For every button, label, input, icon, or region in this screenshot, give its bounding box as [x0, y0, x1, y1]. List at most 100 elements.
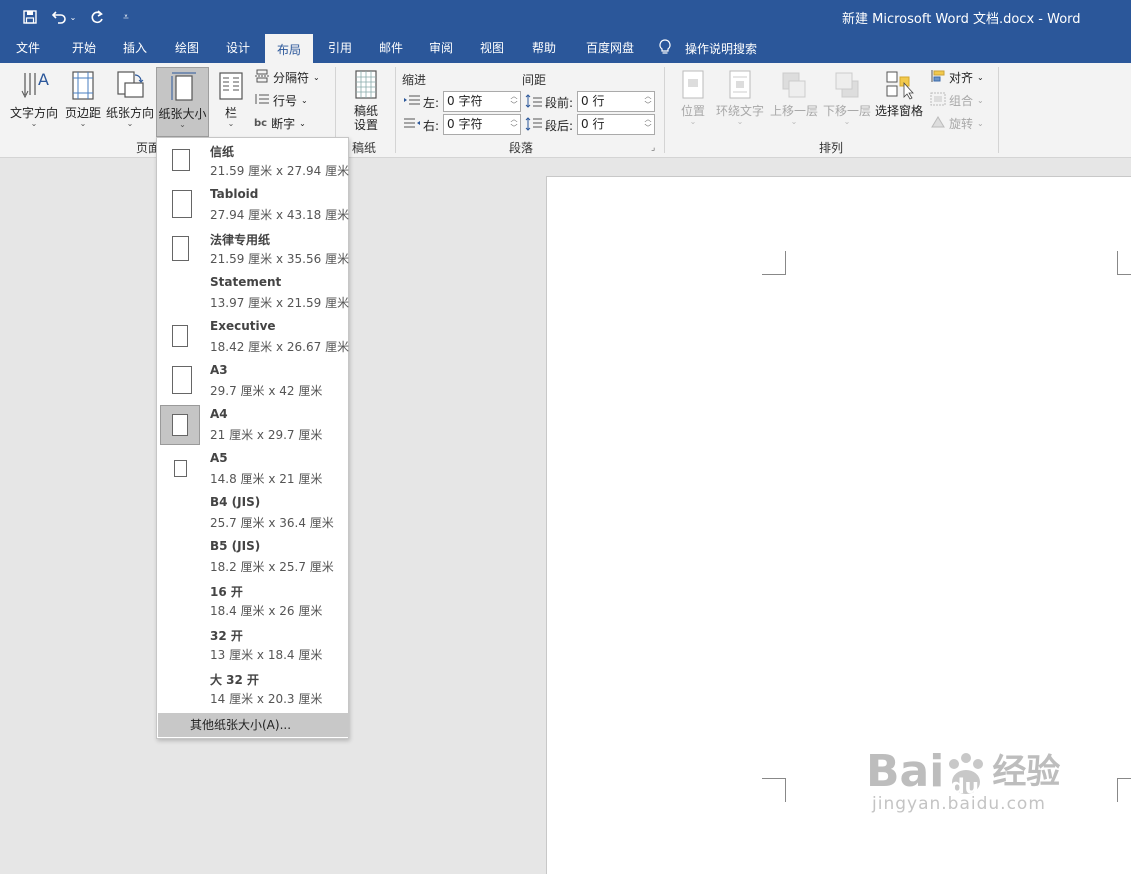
window-title: 新建 Microsoft Word 文档.docx - Word — [842, 12, 1081, 27]
paw-icon: du — [944, 750, 988, 798]
indent-right-input[interactable]: 0 字符 ︿ ﹀ — [443, 114, 521, 135]
paper-size-dropdown: 信纸 21.59 厘米 x 27.94 厘米 Tabloid 27.94 厘米 … — [156, 137, 349, 739]
page-icon — [172, 325, 188, 347]
tab-references[interactable]: 引用 — [318, 34, 362, 63]
hyphenation-icon: bc — [254, 118, 268, 129]
paper-size-option-letter[interactable]: 信纸 21.59 厘米 x 27.94 厘米 — [157, 138, 349, 182]
spacing-header: 间距 — [522, 73, 547, 87]
size-button[interactable]: 纸张大小 ⌄ — [156, 67, 209, 137]
orientation-icon — [113, 69, 147, 106]
manuscript-group-label: 稿纸 — [352, 141, 377, 155]
paper-size-option-executive[interactable]: Executive 18.42 厘米 x 26.67 厘米 — [157, 314, 349, 358]
svg-text:A: A — [38, 70, 49, 89]
spacing-before-spinner[interactable]: ︿ ﹀ — [642, 92, 654, 111]
indent-right-icon — [403, 118, 421, 133]
paper-size-option-legal[interactable]: 法律专用纸 21.59 厘米 x 35.56 厘米 — [157, 226, 349, 270]
send-backward-button[interactable]: 下移一层 ⌄ — [821, 69, 873, 126]
indent-left-label: 左: — [403, 94, 439, 111]
tab-help[interactable]: 帮助 — [522, 34, 566, 63]
spacing-after-label: 段后: — [525, 117, 573, 134]
line-numbers-button[interactable]: 行号 ⌄ — [254, 92, 308, 109]
hyphenation-button[interactable]: bc 断字 ⌄ — [254, 115, 306, 132]
selection-pane-button[interactable]: 选择窗格 — [874, 69, 924, 118]
manuscript-icon — [353, 69, 379, 104]
ribbon-tabs: 文件 开始 插入 绘图 设计 布局 引用 邮件 审阅 视图 帮助 百度网盘 操作… — [0, 34, 1131, 63]
align-icon — [930, 69, 946, 86]
save-icon[interactable] — [20, 7, 40, 27]
indent-left-input[interactable]: 0 字符 ︿ ﹀ — [443, 91, 521, 112]
spacing-after-input[interactable]: 0 行 ︿ ﹀ — [577, 114, 655, 135]
margins-button[interactable]: 页边距 ⌄ — [62, 69, 104, 128]
columns-button[interactable]: 栏 ⌄ — [213, 69, 249, 128]
tell-me-search[interactable]: 操作说明搜索 — [658, 34, 757, 63]
tab-home[interactable]: 开始 — [62, 34, 106, 63]
arrange-group-label: 排列 — [819, 141, 844, 155]
orientation-button[interactable]: 纸张方向 ⌄ — [105, 69, 155, 128]
rotate-button[interactable]: 旋转 ⌄ — [930, 115, 984, 132]
spacing-before-input[interactable]: 0 行 ︿ ﹀ — [577, 91, 655, 112]
tab-view[interactable]: 视图 — [470, 34, 514, 63]
paper-size-option-a4[interactable]: A4 21 厘米 x 29.7 厘米 — [157, 402, 348, 446]
text-direction-button[interactable]: A 文字方向 ⌄ — [8, 69, 60, 128]
page-icon — [174, 460, 187, 477]
lightbulb-icon — [658, 39, 672, 58]
tab-baidu-netdisk[interactable]: 百度网盘 — [577, 34, 643, 63]
crop-mark-bottom-right — [1117, 778, 1131, 802]
undo-icon[interactable]: ⌄ — [48, 7, 80, 27]
tab-draw[interactable]: 绘图 — [165, 34, 209, 63]
bring-forward-icon — [779, 69, 809, 104]
crop-mark-top-left — [762, 251, 786, 275]
indent-left-icon — [403, 95, 421, 110]
line-numbers-icon — [254, 92, 270, 109]
breaks-icon — [254, 69, 270, 86]
customize-qat-icon[interactable]: ⩡ — [118, 7, 134, 27]
paragraph-dialog-launcher-icon[interactable]: ⌟ — [651, 143, 655, 153]
tab-review[interactable]: 审阅 — [419, 34, 463, 63]
paper-size-option-a3[interactable]: A3 29.7 厘米 x 42 厘米 — [157, 358, 348, 402]
tab-insert[interactable]: 插入 — [113, 34, 157, 63]
text-direction-icon: A — [17, 69, 51, 106]
group-icon — [930, 92, 946, 109]
tab-layout[interactable]: 布局 — [265, 34, 313, 63]
spacing-after-icon — [525, 117, 543, 134]
tell-me-label: 操作说明搜索 — [685, 42, 758, 56]
wrap-text-icon — [725, 69, 755, 104]
position-button[interactable]: 位置 ⌄ — [675, 69, 711, 126]
page-icon — [172, 236, 189, 261]
paper-size-option-tabloid[interactable]: Tabloid 27.94 厘米 x 43.18 厘米 — [157, 182, 349, 226]
indent-right-label: 右: — [403, 117, 439, 134]
paragraph-group-label: 段落 — [509, 141, 534, 155]
tab-mailings[interactable]: 邮件 — [369, 34, 413, 63]
title-bar: ⌄ ⩡ 新建 Microsoft Word 文档.docx - Word — [0, 0, 1131, 34]
group-button[interactable]: 组合 ⌄ — [930, 92, 984, 109]
align-button[interactable]: 对齐 ⌄ — [930, 69, 984, 86]
bring-forward-button[interactable]: 上移一层 ⌄ — [768, 69, 820, 126]
tab-file[interactable]: 文件 — [6, 34, 50, 63]
selection-pane-icon — [884, 69, 914, 104]
paper-size-icon — [166, 70, 200, 107]
indent-left-spinner[interactable]: ︿ ﹀ — [508, 92, 520, 111]
paper-size-option-b5-jis[interactable]: B5 (JIS) 18.2 厘米 x 25.7 厘米 — [157, 534, 348, 578]
send-backward-icon — [832, 69, 862, 104]
indent-right-spinner[interactable]: ︿ ﹀ — [508, 115, 520, 134]
paper-size-option-a5[interactable]: A5 14.8 厘米 x 21 厘米 — [157, 446, 348, 490]
spacing-after-spinner[interactable]: ︿ ﹀ — [642, 115, 654, 134]
paper-size-option-16k[interactable]: 16 开 18.4 厘米 x 26 厘米 — [157, 578, 348, 622]
redo-icon[interactable] — [87, 7, 107, 27]
wrap-text-button[interactable]: 环绕文字 ⌄ — [714, 69, 766, 126]
spacing-before-label: 段前: — [525, 94, 573, 111]
page-icon — [172, 190, 192, 218]
page-icon — [172, 149, 190, 171]
paper-size-option-large-32k[interactable]: 大 32 开 14 厘米 x 20.3 厘米 — [157, 666, 348, 710]
more-paper-sizes-item[interactable]: 其他纸张大小(A)... — [158, 713, 349, 737]
crop-mark-top-right — [1117, 251, 1131, 275]
crop-mark-bottom-left — [762, 778, 786, 802]
paper-size-option-b4-jis[interactable]: B4 (JIS) 25.7 厘米 x 36.4 厘米 — [157, 490, 348, 534]
baidu-jingyan-watermark-logo: Bai du 经验 jingyan.baidu.com — [866, 746, 1061, 815]
breaks-button[interactable]: 分隔符 ⌄ — [254, 69, 320, 86]
tab-design[interactable]: 设计 — [216, 34, 260, 63]
margins-icon — [66, 69, 100, 106]
paper-size-option-statement[interactable]: Statement 13.97 厘米 x 21.59 厘米 — [157, 270, 349, 314]
paper-size-option-32k[interactable]: 32 开 13 厘米 x 18.4 厘米 — [157, 622, 348, 666]
manuscript-settings-button[interactable]: 稿纸 设置 — [346, 69, 386, 132]
